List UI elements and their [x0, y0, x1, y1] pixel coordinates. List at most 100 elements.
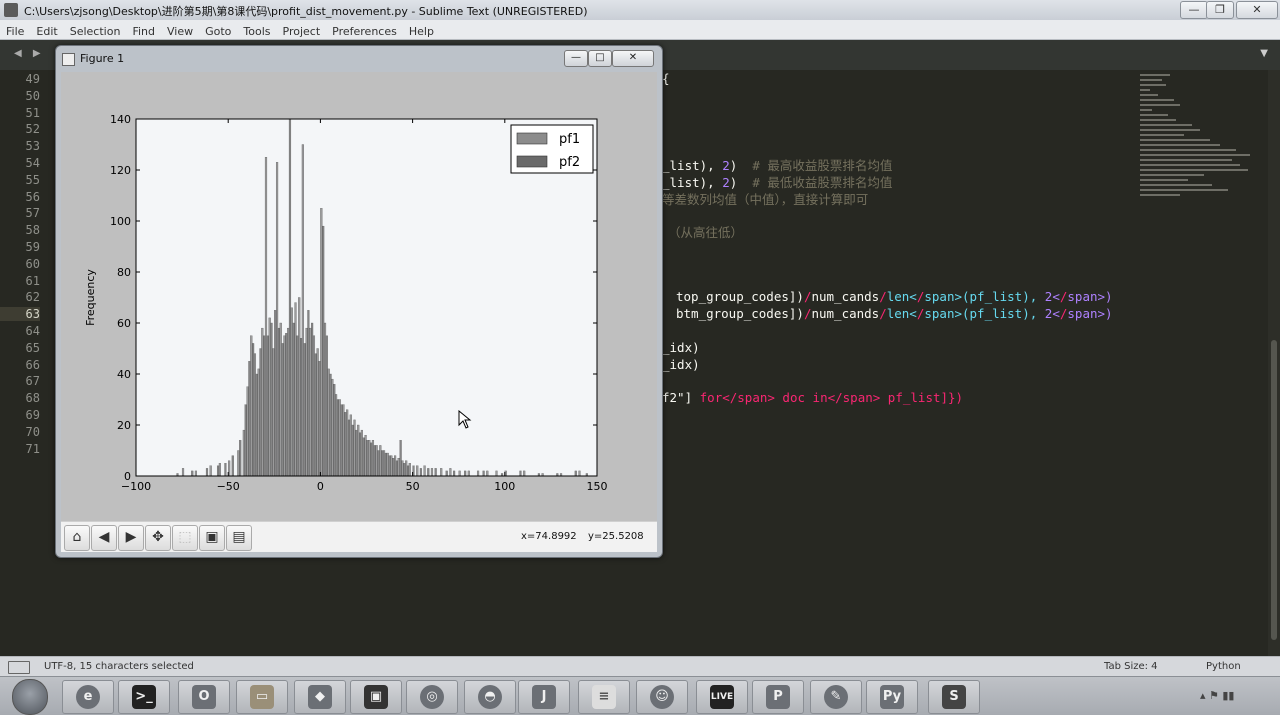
maximize-button[interactable]: ❐ [1206, 1, 1234, 19]
x-tick-label: 100 [494, 480, 515, 493]
menu-edit[interactable]: Edit [30, 23, 63, 38]
figure-window[interactable]: Figure 1 — □ ✕ −100 −50 0 50 100 150 0 20 40 60 80… [55, 45, 663, 558]
status-bar: UTF-8, 15 characters selected Tab Size: … [0, 656, 1280, 677]
line-number: 55 [25, 172, 40, 187]
minimap[interactable] [1138, 70, 1250, 210]
figure-minimize-button[interactable]: — [564, 50, 588, 67]
pan-icon[interactable]: ✥ [145, 525, 171, 551]
x-tick-label: 50 [406, 480, 420, 493]
menu-preferences[interactable]: Preferences [326, 23, 403, 38]
taskbar-cmd-icon[interactable]: >_ [118, 680, 170, 714]
taskbar-document-icon[interactable]: ≡ [578, 680, 630, 714]
taskbar-feather-icon[interactable]: ✎ [810, 680, 862, 714]
taskbar-python-icon[interactable]: Py [866, 680, 918, 714]
figure-close-button[interactable]: ✕ [612, 50, 654, 67]
taskbar-explorer-icon[interactable]: ▭ [236, 680, 288, 714]
code-line[interactable]: top_group_codes])/num_cands/len</span>(p… [676, 289, 1113, 304]
code-line[interactable]: （从高往低） [668, 222, 743, 241]
taskbar-chrome-icon[interactable]: ◎ [406, 680, 458, 714]
menu-view[interactable]: View [161, 23, 199, 38]
vertical-scrollbar[interactable] [1268, 70, 1280, 656]
taskbar-chat-icon[interactable]: ☺ [636, 680, 688, 714]
x-tick-label: 0 [317, 480, 324, 493]
minimap-line [1140, 194, 1180, 196]
histogram-bar-pf1 [242, 429, 245, 477]
close-button[interactable]: ✕ [1236, 1, 1278, 19]
menu-find[interactable]: Find [126, 23, 161, 38]
minimap-line [1140, 94, 1158, 96]
histogram-bar-pf1 [408, 463, 411, 477]
taskbar-anaconda-icon[interactable]: ◓ [464, 680, 516, 714]
figure-app-icon [62, 52, 75, 66]
menu-tools[interactable]: Tools [237, 23, 276, 38]
status-syntax[interactable]: Python [1206, 661, 1241, 672]
histogram-bar-pf1 [430, 468, 434, 477]
menu-project[interactable]: Project [277, 23, 327, 38]
histogram-bar-pf2 [255, 373, 258, 477]
line-number: 63 [0, 307, 40, 322]
start-button[interactable] [12, 679, 48, 715]
figure-title-text: Figure 1 [80, 52, 125, 65]
line-number: 62 [25, 290, 40, 305]
histogram-bar-pf2 [318, 361, 321, 477]
taskbar-outlook-icon[interactable]: O [178, 680, 230, 714]
menu-goto[interactable]: Goto [199, 23, 237, 38]
histogram-chart[interactable]: −100 −50 0 50 100 150020406080100120140Freque… [61, 72, 657, 521]
minimap-line [1140, 189, 1228, 191]
code-line[interactable]: { [662, 71, 670, 86]
histogram-bar-pf1 [405, 460, 408, 477]
histogram-bar-pf1 [316, 348, 319, 477]
code-line[interactable]: btm_group_codes])/num_cands/len</span>(p… [676, 306, 1113, 321]
save-icon[interactable]: ▤ [226, 525, 252, 551]
line-number: 54 [25, 156, 40, 170]
line-number: 68 [25, 391, 40, 406]
forward-icon[interactable]: ▶ [118, 525, 144, 551]
taskbar-pycharm-icon[interactable]: J [518, 680, 570, 714]
home-icon[interactable]: ⌂ [64, 525, 90, 551]
histogram-bar-pf1 [312, 335, 316, 477]
back-icon[interactable]: ◀ [91, 525, 117, 551]
figure-canvas[interactable]: −100 −50 0 50 100 150 0 20 40 60 80 100 120 140 Freque… [61, 72, 657, 552]
taskbar-app-icon[interactable]: ◆ [294, 680, 346, 714]
line-number: 52 [25, 122, 40, 137]
line-number: 50 [25, 88, 40, 103]
menu-file[interactable]: File [0, 23, 30, 38]
histogram-bar-pf1 [401, 460, 404, 477]
minimap-line [1140, 119, 1176, 121]
figure-maximize-button[interactable]: □ [588, 50, 612, 67]
console-toggle-icon[interactable] [8, 661, 30, 674]
minimize-button[interactable]: — [1180, 1, 1208, 19]
menu-selection[interactable]: Selection [64, 23, 127, 38]
taskbar-powerpoint-icon[interactable]: P [752, 680, 804, 714]
tray-flag-icon[interactable]: ▴ ⚑ ▮▮ [1200, 689, 1234, 702]
subplots-icon[interactable]: ▣ [199, 525, 225, 551]
histogram-bar-pf2 [351, 424, 354, 477]
tab-scroll-arrows[interactable]: ◀ ▶ [14, 48, 45, 59]
zoom-icon[interactable]: ⬚ [172, 525, 198, 551]
taskbar-ie-icon[interactable]: e [62, 680, 114, 714]
histogram-bar-pf2 [395, 460, 398, 477]
code-line[interactable]: _idx) [662, 340, 700, 355]
histogram-bar-pf2 [362, 437, 365, 477]
legend-label: pf1 [559, 132, 580, 147]
status-tab-size[interactable]: Tab Size: 4 [1104, 661, 1158, 672]
window-titlebar: C:\Users\zjsong\Desktop\进阶第5期\第8课代码\prof… [0, 0, 1280, 21]
code-line[interactable]: 等差数列均值（中值），直接计算即可 [662, 189, 868, 208]
histogram-bar-pf1 [253, 353, 257, 477]
histogram-bar-pf1 [394, 455, 397, 477]
menu-help[interactable]: Help [403, 23, 440, 38]
histogram-bar-pf1 [357, 424, 360, 477]
line-number: 57 [25, 206, 40, 221]
histogram-bar-pf1 [290, 307, 293, 477]
line-number: 51 [25, 105, 40, 120]
histogram-bar-pf2 [427, 468, 430, 477]
code-line[interactable]: _idx) [662, 357, 700, 372]
code-line[interactable]: f2"] for</span> doc in</span> pf_list]}) [662, 390, 963, 405]
minimap-line [1140, 169, 1248, 171]
tab-dropdown-icon[interactable]: ▼ [1260, 48, 1268, 59]
cursor-y-readout: y=25.5208 [588, 531, 644, 542]
taskbar-editor-icon[interactable]: ▣ [350, 680, 402, 714]
taskbar-live-icon[interactable]: LIVE [696, 680, 748, 714]
scrollbar-thumb[interactable] [1271, 340, 1277, 640]
taskbar-sublime-icon[interactable]: S [928, 680, 980, 714]
